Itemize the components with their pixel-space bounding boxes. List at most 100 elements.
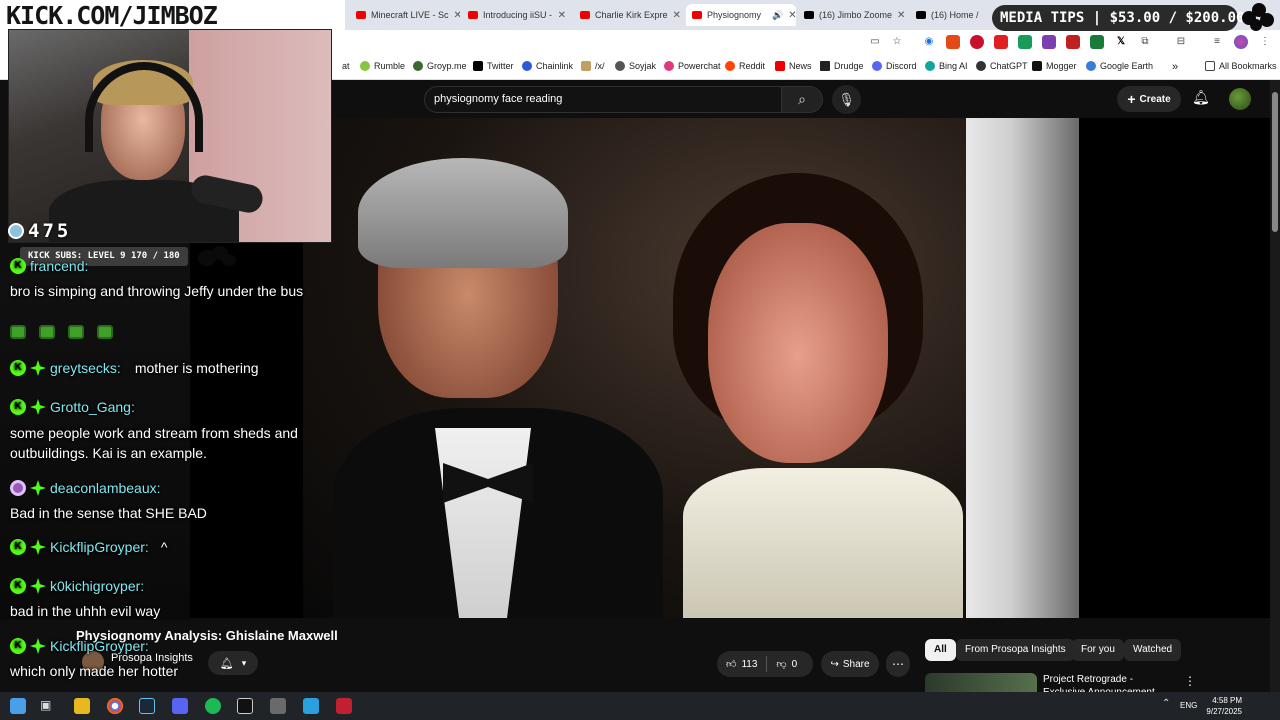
kick-badge-icon: K xyxy=(10,399,26,415)
reddit-icon xyxy=(725,61,735,71)
cast-icon[interactable]: ▭ xyxy=(868,35,882,49)
profile-avatar[interactable] xyxy=(1234,35,1248,49)
sub-badge-icon xyxy=(30,578,46,594)
extension-icon[interactable]: ◉ xyxy=(922,35,936,49)
folder-icon xyxy=(581,61,591,71)
chip-from-channel[interactable]: From Prosopa Insights xyxy=(956,639,1075,661)
tab-introducing-iisu[interactable]: Introducing iiSU - ✕ xyxy=(462,4,572,26)
tab-search-icon[interactable]: ⊟ xyxy=(1174,35,1188,49)
bookmark-chatgpt[interactable]: ChatGPT xyxy=(976,61,1028,71)
bookmark-bing-ai[interactable]: Bing AI xyxy=(925,61,968,71)
search-button[interactable]: ⌕ xyxy=(781,86,823,113)
chrome-icon[interactable] xyxy=(107,698,123,714)
tab-jimbo-zoomer[interactable]: (16) Jimbo Zoome ✕ xyxy=(798,4,908,26)
bookmark-rumble[interactable]: Rumble xyxy=(360,61,405,71)
account-avatar[interactable] xyxy=(1229,88,1251,110)
metamask-icon[interactable] xyxy=(946,35,960,49)
bookmarks-overflow-chevron-icon[interactable]: » xyxy=(1172,61,1178,73)
bell-icon: 🔔︎ xyxy=(219,657,234,670)
bookmark-x-board[interactable]: /x/ xyxy=(581,61,605,71)
scrollbar-thumb[interactable] xyxy=(1272,92,1278,232)
subscription-bell-button[interactable]: 🔔︎ ▾ xyxy=(208,651,258,675)
share-button[interactable]: ↪ Share xyxy=(821,651,879,677)
recommended-menu-icon[interactable]: ⋮ xyxy=(1184,674,1196,688)
spotify-icon[interactable] xyxy=(205,698,221,714)
more-actions-button[interactable]: ⋯ xyxy=(886,651,910,677)
tab-physiognomy[interactable]: Physiognomy 🔊 ✕ xyxy=(686,4,796,26)
sublime-icon[interactable] xyxy=(270,698,286,714)
drudge-icon xyxy=(820,61,830,71)
stream-url: KICK.COM/JIMBOZ xyxy=(6,1,218,30)
puzzle-icon[interactable]: ⧉ xyxy=(1138,35,1152,49)
bookmark-soyjak[interactable]: Soyjak xyxy=(615,61,656,71)
telegram-icon[interactable] xyxy=(303,698,319,714)
dislike-button[interactable]: 👎︎ 0 xyxy=(767,658,806,671)
extension-icon[interactable] xyxy=(1018,35,1032,49)
bookmark-groyp[interactable]: Groyp.me xyxy=(413,61,467,71)
obs-icon[interactable] xyxy=(336,698,352,714)
chat-username: K KickflipGroyper: ^ xyxy=(10,539,167,555)
emote-icon xyxy=(68,325,84,339)
bookmark-drudge[interactable]: Drudge xyxy=(820,61,864,71)
bookmark-powerchat[interactable]: Powerchat xyxy=(664,61,721,71)
recommended-title[interactable]: Project Retrograde - Exclusive Announcem… xyxy=(1043,673,1178,693)
task-view-icon[interactable]: ▣ xyxy=(40,698,56,714)
bookmark-google-earth[interactable]: Google Earth xyxy=(1086,61,1153,71)
steam-icon[interactable] xyxy=(139,698,155,714)
tab-close-icon[interactable]: ✕ xyxy=(788,10,796,21)
chip-all[interactable]: All xyxy=(925,639,956,661)
chip-for-you[interactable]: For you xyxy=(1072,639,1124,661)
search-input[interactable]: physiognomy face reading xyxy=(424,86,782,113)
extension-icon[interactable] xyxy=(1042,35,1056,49)
all-bookmarks-button[interactable]: All Bookmarks xyxy=(1205,61,1277,71)
extension-icon[interactable] xyxy=(1066,35,1080,49)
reading-list-icon[interactable]: ≡ xyxy=(1210,35,1224,49)
kick-badge-icon: K xyxy=(10,258,26,274)
tray-chevron-icon[interactable]: ⌃ xyxy=(1162,698,1178,714)
tab-close-icon[interactable]: ✕ xyxy=(454,10,460,21)
language-indicator[interactable]: ENG xyxy=(1180,701,1197,710)
bookmark-mogger[interactable]: Mogger xyxy=(1032,61,1077,71)
screen: { "stream": { "banner": "KICK.COM/JIMBOZ… xyxy=(0,0,1280,720)
bookmark-reddit[interactable]: Reddit xyxy=(725,61,765,71)
tab-close-icon[interactable]: ✕ xyxy=(897,10,905,21)
bookmark-twitter[interactable]: Twitter xyxy=(473,61,514,71)
shield-icon[interactable] xyxy=(970,35,984,49)
extension-icon[interactable] xyxy=(994,35,1008,49)
youtube-icon xyxy=(775,61,785,71)
tab-home[interactable]: (16) Home / xyxy=(910,4,990,26)
chip-watched[interactable]: Watched xyxy=(1124,639,1182,661)
bookmark-news[interactable]: News xyxy=(775,61,812,71)
page-scrollbar[interactable] xyxy=(1270,80,1280,692)
discord-icon[interactable] xyxy=(172,698,188,714)
video-frame-photo xyxy=(303,118,966,618)
terminal-icon[interactable] xyxy=(237,698,253,714)
notifications-bell-icon[interactable]: 🔔︎ xyxy=(1192,89,1210,106)
bookmark-discord[interactable]: Discord xyxy=(872,61,917,71)
voice-search-button[interactable]: 🎙 xyxy=(832,85,861,114)
youtube-icon xyxy=(468,11,478,19)
menu-kebab-icon[interactable]: ⋮ xyxy=(1258,35,1272,49)
x-icon xyxy=(804,11,814,19)
explorer-icon[interactable] xyxy=(74,698,90,714)
chat-message: bad in the uhhh evil way xyxy=(10,603,161,619)
tab-charlie-kirk[interactable]: Charlie Kirk Expre ✕ xyxy=(574,4,684,26)
tab-close-icon[interactable]: ✕ xyxy=(558,10,566,21)
x-icon[interactable]: 𝕏 xyxy=(1114,35,1128,49)
bookmark-item[interactable]: at xyxy=(342,61,350,71)
windows-start-icon[interactable] xyxy=(10,698,26,714)
recommended-thumbnail[interactable] xyxy=(925,673,1037,693)
bing-icon xyxy=(925,61,935,71)
create-button[interactable]: + Create xyxy=(1117,86,1181,112)
system-clock[interactable]: 4:58 PM 9/27/2025 xyxy=(1198,695,1242,717)
folder-icon xyxy=(1205,61,1215,71)
tab-close-icon[interactable]: ✕ xyxy=(673,10,681,21)
chat-username: K greytsecks: mother is mothering xyxy=(10,360,259,376)
video-player[interactable] xyxy=(190,118,1270,618)
like-button[interactable]: 👍︎ 113 xyxy=(717,658,766,671)
bookmark-chainlink[interactable]: Chainlink xyxy=(522,61,573,71)
bookmark-star-icon[interactable]: ☆ xyxy=(890,35,904,49)
tab-minecraft-live[interactable]: Minecraft LIVE - Sc ✕ xyxy=(350,4,460,26)
extension-icon[interactable] xyxy=(1090,35,1104,49)
audio-playing-icon[interactable]: 🔊 xyxy=(772,10,783,21)
